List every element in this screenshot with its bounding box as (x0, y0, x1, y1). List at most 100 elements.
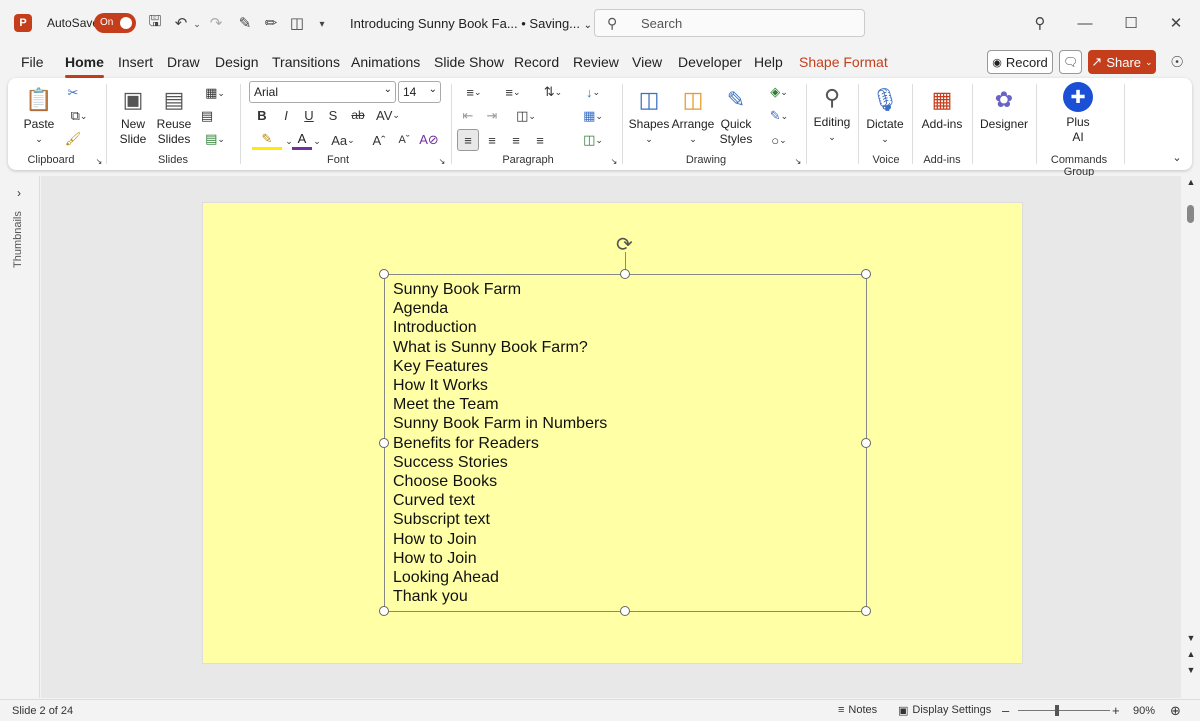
decrease-indent-icon[interactable]: ⇤ (459, 107, 477, 125)
slide-text-line[interactable]: Sunny Book Farm (393, 280, 607, 299)
resize-handle-top[interactable] (620, 269, 630, 279)
font-color-chevron-icon[interactable]: ⌄ (312, 134, 322, 148)
slide-text-line[interactable]: How to Join (393, 549, 607, 568)
present-icon[interactable]: ◫ (288, 14, 306, 32)
resize-handle-top-right[interactable] (861, 269, 871, 279)
tab-transitions[interactable]: Transitions (272, 54, 340, 70)
bold-button[interactable]: B (253, 106, 271, 124)
font-size-field[interactable]: 14 ⌄ (398, 81, 441, 103)
search-box[interactable]: ⚲ Search (594, 9, 865, 37)
thumbnails-label[interactable]: Thumbnails (12, 211, 24, 268)
layout-icon[interactable]: ▦ ⌄ (198, 84, 232, 102)
minimize-icon[interactable]: — (1076, 14, 1094, 32)
copy-icon[interactable]: ⧉ ⌄ (64, 107, 94, 125)
next-slide-icon[interactable]: ▼ (1184, 664, 1198, 676)
plus-ai-button[interactable]: ✚ Plus AI (1050, 82, 1106, 145)
resize-handle-bottom[interactable] (620, 606, 630, 616)
comments-icon[interactable]: 🗨 (1059, 50, 1082, 74)
shape-fill-icon[interactable]: ◈ ⌄ (764, 83, 794, 101)
slide-text-line[interactable]: What is Sunny Book Farm? (393, 338, 607, 357)
clear-formatting-icon[interactable]: A⊘ (419, 130, 439, 150)
slide-text-line[interactable]: Sunny Book Farm in Numbers (393, 414, 607, 433)
tab-file[interactable]: File (21, 54, 44, 70)
resize-handle-top-left[interactable] (379, 269, 389, 279)
decrease-font-icon[interactable]: Aˇ (395, 130, 413, 150)
resize-handle-left[interactable] (379, 438, 389, 448)
cut-icon[interactable]: ✂ (64, 84, 82, 102)
pen-icon[interactable]: ✎ (236, 14, 254, 32)
tab-draw[interactable]: Draw (167, 54, 200, 70)
scrollbar-thumb[interactable] (1187, 205, 1194, 223)
slide-text-line[interactable]: Key Features (393, 357, 607, 376)
designer-button[interactable]: ✿ Designer (978, 84, 1030, 132)
tab-design[interactable]: Design (215, 54, 259, 70)
resize-handle-right[interactable] (861, 438, 871, 448)
slide-text-line[interactable]: Curved text (393, 491, 607, 510)
resize-handle-bottom-left[interactable] (379, 606, 389, 616)
dictate-button[interactable]: 🎙 Dictate ⌄ (864, 84, 906, 147)
clipboard-launcher-icon[interactable]: ↘ (94, 156, 104, 166)
slide-text-line[interactable]: How It Works (393, 376, 607, 395)
underline-button[interactable]: U (300, 106, 318, 124)
bullets-icon[interactable]: ≡ ⌄ (459, 83, 489, 101)
zoom-level[interactable]: 90% (1133, 705, 1155, 717)
quick-styles-button[interactable]: ✎ Quick Styles (714, 84, 758, 147)
close-icon[interactable]: ✕ (1167, 14, 1185, 32)
tab-developer[interactable]: Developer (678, 54, 742, 70)
drawing-launcher-icon[interactable]: ↘ (793, 156, 803, 166)
document-title[interactable]: Introducing Sunny Book Fa... • Saving...… (350, 16, 592, 31)
align-text-icon[interactable]: ▦ ⌄ (578, 107, 608, 125)
font-name-field[interactable]: Arial ⌄ (249, 81, 396, 103)
redo-icon[interactable]: ↷ (207, 14, 225, 32)
undo-icon[interactable]: ↶ (172, 14, 190, 32)
justify-icon[interactable]: ≡ (531, 131, 549, 149)
autosave-toggle[interactable]: On (94, 13, 136, 33)
shadow-button[interactable]: S (324, 106, 342, 124)
tab-home[interactable]: Home (65, 54, 104, 78)
slide-text-line[interactable]: Introduction (393, 318, 607, 337)
slide-text-line[interactable]: How to Join (393, 530, 607, 549)
section-icon[interactable]: ▤ ⌄ (198, 130, 232, 148)
strikethrough-button[interactable]: ab (348, 106, 368, 124)
columns-icon[interactable]: ◫ ⌄ (511, 107, 541, 125)
scroll-up-icon[interactable]: ▲ (1184, 176, 1198, 188)
shapes-button[interactable]: ◫ Shapes ⌄ (628, 84, 670, 147)
align-left-icon[interactable]: ≡ (457, 129, 479, 151)
smartart-icon[interactable]: ◫ ⌄ (578, 131, 608, 149)
save-icon[interactable]: 🖫 (146, 13, 164, 32)
line-spacing-icon[interactable]: ⇅ ⌄ (538, 83, 568, 101)
resize-handle-bottom-right[interactable] (861, 606, 871, 616)
align-right-icon[interactable]: ≡ (507, 131, 525, 149)
slide-text-line[interactable]: Agenda (393, 299, 607, 318)
slide-text-line[interactable]: Subscript text (393, 510, 607, 529)
new-slide-button[interactable]: ▣ New Slide (112, 84, 154, 147)
undo-dropdown-icon[interactable]: ⌄ (192, 15, 202, 33)
addins-button[interactable]: ▦ Add-ins (918, 84, 966, 132)
reset-icon[interactable]: ▤ (198, 107, 216, 125)
slide-textbox[interactable]: Sunny Book Farm Agenda Introduction What is… (384, 274, 867, 612)
share-button[interactable]: ↗ Share ⌄ (1088, 50, 1156, 74)
editing-button[interactable]: ⚲ Editing ⌄ (810, 82, 854, 145)
vertical-scrollbar[interactable]: ▲ ▼ ▲ ▼ (1181, 176, 1200, 698)
lightbulb-icon[interactable]: ⚲ (1031, 14, 1049, 32)
collapse-ribbon-icon[interactable]: ⌄ (1170, 150, 1184, 164)
format-painter-icon[interactable]: 🖌 (64, 130, 82, 148)
character-spacing-icon[interactable]: AV ⌄ (373, 106, 403, 124)
tab-view[interactable]: View (632, 54, 662, 70)
slide-text-line[interactable]: Meet the Team (393, 395, 607, 414)
tab-help[interactable]: Help (754, 54, 783, 70)
tab-review[interactable]: Review (573, 54, 619, 70)
align-center-icon[interactable]: ≡ (483, 131, 501, 149)
numbering-icon[interactable]: ≡ ⌄ (498, 83, 528, 101)
highlighter-icon[interactable]: ✏ (262, 14, 280, 32)
slide-text-line[interactable]: Choose Books (393, 472, 607, 491)
customize-qat-icon[interactable]: ▾ (316, 15, 328, 33)
paragraph-launcher-icon[interactable]: ↘ (609, 156, 619, 166)
scroll-down-icon[interactable]: ▼ (1184, 632, 1198, 644)
zoom-slider-thumb[interactable] (1055, 705, 1059, 716)
display-settings-button[interactable]: ▣ Display Settings (898, 704, 991, 717)
zoom-out-icon[interactable]: – (1002, 703, 1009, 718)
increase-font-icon[interactable]: Aˆ (370, 130, 388, 150)
shape-outline-icon[interactable]: ✎ ⌄ (764, 107, 794, 125)
notes-button[interactable]: ≡ Notes (838, 704, 877, 716)
